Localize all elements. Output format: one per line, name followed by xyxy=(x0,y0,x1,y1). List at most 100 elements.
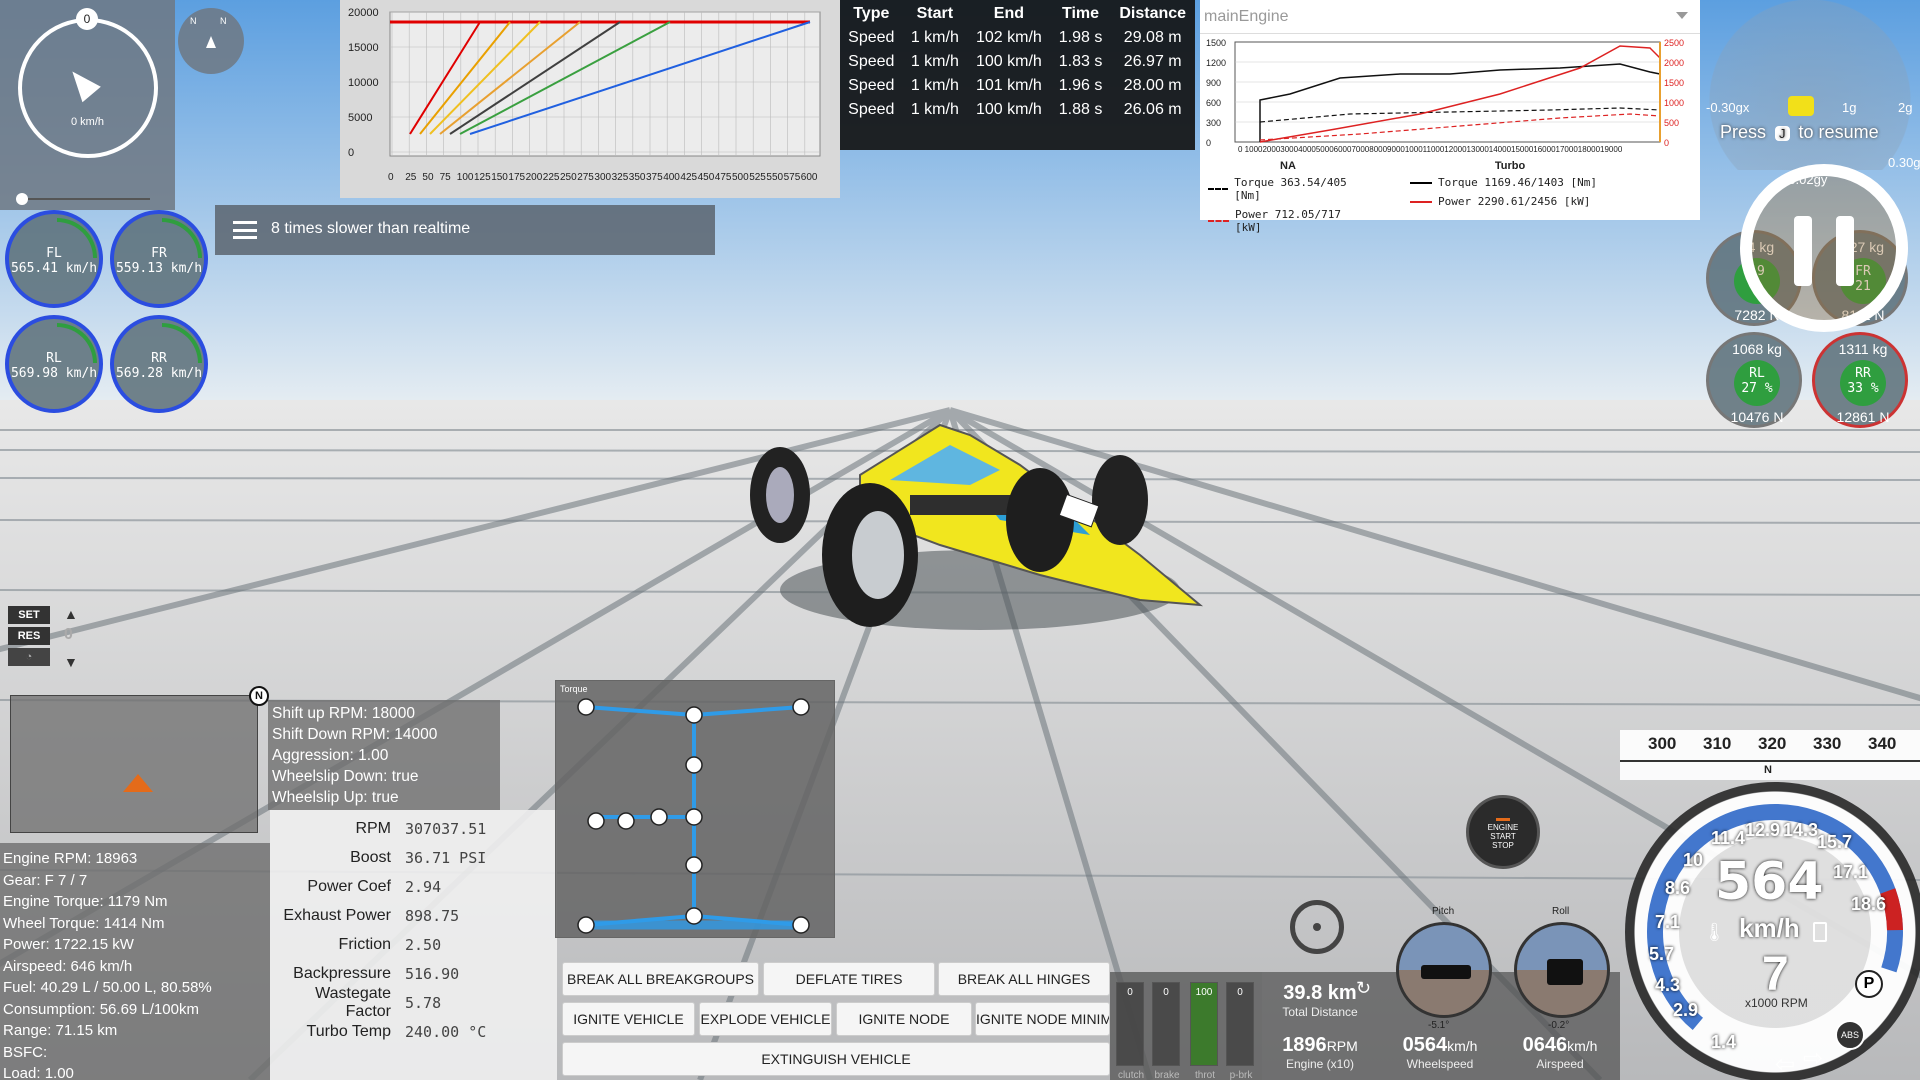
speedo-tick: 7.1 xyxy=(1655,912,1681,932)
turbo-key: RPM xyxy=(355,819,391,837)
vehicle-info-line: Engine Torque: 1179 Nm xyxy=(3,893,168,910)
total-distance: 39.8 km Total Distance xyxy=(1270,982,1370,1019)
engine-rpm-unit: RPM xyxy=(1326,1038,1358,1054)
results-header-time: Time xyxy=(1062,5,1100,22)
engine-y-right-tick: 500 xyxy=(1664,118,1679,128)
turn-signal-right-icon: ⇨ xyxy=(1803,1045,1824,1072)
load-rr-n: 12861 N xyxy=(1836,409,1890,425)
cruise-up-icon[interactable]: ▲ xyxy=(64,606,78,622)
pause-icon-bar-left xyxy=(1794,216,1812,286)
break-hinges-button[interactable]: BREAK ALL HINGES xyxy=(938,962,1110,996)
shift-x-tick: 425 xyxy=(680,172,697,183)
pedal-clutch-value: 0 xyxy=(1127,987,1133,998)
turbo-key: Wastegate Factor xyxy=(315,984,391,1020)
total-distance-value: 39.8 km xyxy=(1283,982,1357,1004)
legend-na-power: Power 712.05/717 [kW] xyxy=(1235,208,1341,234)
deflate-tires-button[interactable]: DEFLATE TIRES xyxy=(763,962,935,996)
shift-info-line: Aggression: 1.00 xyxy=(272,747,389,764)
cruise-value: 0 xyxy=(64,626,73,643)
results-cell: 1.88 s xyxy=(1058,101,1103,118)
turbo-row: Boost 36.71 PSI xyxy=(270,843,557,872)
results-row: Speed 1 km/h 102 km/h 1.98 s 29.08 m xyxy=(840,26,1195,50)
g-dot-icon xyxy=(1788,96,1814,116)
turbo-row: Exhaust Power 898.75 xyxy=(270,901,557,930)
engine-selector[interactable]: mainEngine xyxy=(1200,0,1700,34)
turbo-value: 2.94 xyxy=(405,877,442,896)
shift-x-tick: 125 xyxy=(474,172,491,183)
temperature-icon: 🌡 xyxy=(1703,922,1726,942)
cruise-down-icon[interactable]: ▼ xyxy=(64,654,78,670)
shift-rpm-chart: 20000 15000 10000 5000 0 0 25 50 75 100 125 150 175… xyxy=(340,0,840,198)
mini-compass-n2: N xyxy=(220,16,227,26)
results-cell: 1 km/h xyxy=(910,77,959,94)
pedal-brake-value: 0 xyxy=(1163,987,1169,998)
resume-key: J xyxy=(1775,126,1790,141)
steering-wheel-icon xyxy=(1290,900,1344,954)
tape-north: N xyxy=(1764,764,1772,776)
pedal-throttle-value: 100 xyxy=(1195,987,1213,998)
speedometer: 564 km/h 7 x1000 RPM 1.4 2.9 4.3 5.7 7.1… xyxy=(1625,782,1920,1080)
gmeter-2g: 2g xyxy=(1898,100,1913,115)
engine-y-left-tick: 0 xyxy=(1206,138,1211,148)
fuel-pump-icon xyxy=(1813,922,1827,942)
menu-icon[interactable] xyxy=(233,221,257,239)
speedo-tick: 11.4 xyxy=(1711,828,1746,848)
speedo-tick: 1.4 xyxy=(1711,1032,1737,1052)
total-distance-label: Total Distance xyxy=(1282,1005,1358,1019)
shift-x-tick: 225 xyxy=(543,172,560,183)
drivetrain-diagram: Torque xyxy=(555,680,835,938)
engine-y-left-tick: 600 xyxy=(1206,98,1221,108)
cruise-speed-icon[interactable]: ◔ xyxy=(8,648,50,666)
break-breakgroups-button[interactable]: BREAK ALL BREAKGROUPS xyxy=(562,962,759,996)
shift-x-tick: 75 xyxy=(440,172,452,183)
pedal-brake-label: brake xyxy=(1154,1070,1180,1080)
pitch-label: Pitch xyxy=(1432,906,1455,917)
minimap[interactable]: N xyxy=(10,686,269,833)
explode-vehicle-button[interactable]: EXPLODE VEHICLE xyxy=(699,1002,832,1036)
pitch-value: -5.1° xyxy=(1428,1020,1450,1031)
shift-x-tick: 150 xyxy=(491,172,508,183)
shift-y-tick: 5000 xyxy=(348,112,372,124)
speedo-tick: 4.3 xyxy=(1655,975,1681,995)
engine-x-ticks: 0 10002000300040005000600070008000900010… xyxy=(1238,145,1623,154)
turbo-row: RPM 307037.51 xyxy=(270,814,557,843)
pedal-throttle: 100 throt xyxy=(1190,982,1218,1080)
compass-slider-track[interactable] xyxy=(20,198,150,200)
legend-turbo: Turbo Torque 1169.46/1403 [Nm] Power 229… xyxy=(1410,160,1610,214)
engine-button-line1: ENGINE xyxy=(1487,823,1519,832)
shift-x-tick: 200 xyxy=(526,172,543,183)
ignite-node-button[interactable]: IGNITE NODE xyxy=(836,1002,972,1036)
shift-x-tick: 275 xyxy=(577,172,594,183)
shift-info-panel: Shift up RPM: 18000 Shift Down RPM: 14000… xyxy=(268,700,500,810)
results-cell: 1 km/h xyxy=(910,53,959,70)
shift-x-tick: 175 xyxy=(508,172,525,183)
pedal-clutch-label: clutch xyxy=(1117,1070,1145,1080)
ignite-vehicle-button[interactable]: IGNITE VEHICLE xyxy=(562,1002,695,1036)
cruise-set-button[interactable]: SET xyxy=(8,606,50,624)
results-cell: 1 km/h xyxy=(910,29,959,46)
resume-press: Press xyxy=(1720,122,1767,142)
compass-slider-knob[interactable] xyxy=(16,193,28,205)
engine-torque-graph: mainEngine 1500 1200 900 600 300 0 2500 2000 15… xyxy=(1200,0,1700,234)
chevron-down-icon[interactable] xyxy=(1676,12,1688,19)
pause-button[interactable]: -0.02gy xyxy=(1740,164,1908,332)
cruise-res-button[interactable]: RES xyxy=(8,627,50,645)
reset-distance-icon[interactable]: ↻ xyxy=(1356,978,1371,999)
engine-y-right-tick: 1500 xyxy=(1664,78,1684,88)
wheelspeed-readout: 0564km/h Wheelspeed xyxy=(1390,1034,1490,1071)
vehicle-info-line: Range: 71.15 km xyxy=(3,1022,118,1039)
load-rr: 1311 kg RR 33 % 12861 N xyxy=(1812,332,1908,428)
ignite-node-minimally-button[interactable]: IGNITE NODE MINIMALLY xyxy=(975,1002,1110,1036)
compass-north-marker: 0 xyxy=(76,8,98,30)
extinguish-vehicle-button[interactable]: EXTINGUISH VEHICLE xyxy=(562,1042,1110,1076)
shift-info-line: Shift up RPM: 18000 xyxy=(272,705,416,722)
engine-y-right-tick: 1000 xyxy=(1664,98,1684,108)
results-cell: 26.97 m xyxy=(1123,53,1182,70)
acceleration-results: Type Start End Time Distance Speed 1 km/h 102 … xyxy=(840,0,1195,150)
shift-x-tick: 300 xyxy=(594,172,611,183)
results-cell: Speed xyxy=(848,29,895,46)
turbo-value: 36.71 PSI xyxy=(405,848,487,867)
engine-start-stop-button[interactable]: ENGINE START STOP xyxy=(1466,795,1540,869)
shift-info-line: Wheelslip Up: true xyxy=(272,789,399,806)
engine-rpm-label: Engine (x10) xyxy=(1285,1057,1355,1071)
